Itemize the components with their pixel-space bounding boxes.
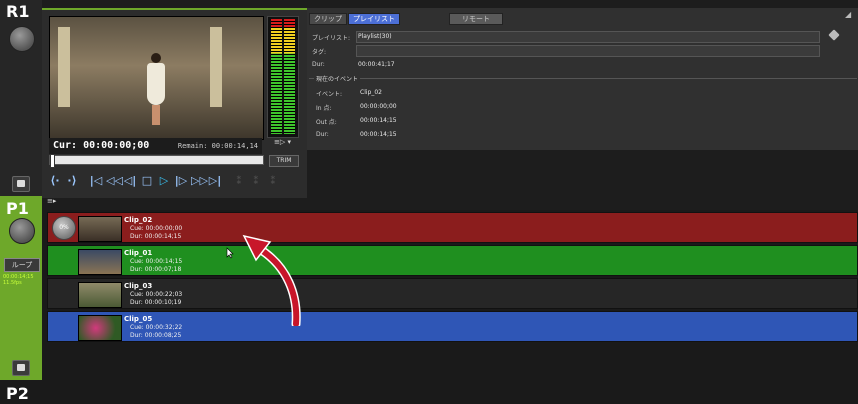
event-duration-label: Dur: [316,131,329,138]
playlist-row[interactable]: Clip_03 Cue: 00:00:22;03 Dur: 00:00:10;1… [47,278,858,309]
audio-meter-left [271,19,282,134]
scrub-bar[interactable] [49,154,264,168]
progress-indicator: 0% [52,216,76,240]
rail-r1: R1 [0,0,42,196]
clip-duration: Dur: 00:00:10;19 [130,299,182,306]
meter-options-button[interactable]: ≡▷ ▾ [269,138,296,152]
clip-cue: Cue: 00:00:14;15 [130,258,183,265]
clip-thumbnail [78,282,122,308]
clip-cue: Cue: 00:00:32;22 [130,324,183,331]
current-event-title: 現在のイベント [314,74,361,83]
loop-button[interactable]: ループ [4,258,40,272]
mark-icon[interactable]: ⁑ [249,174,263,187]
video-pillar [210,27,222,107]
clip-name: Clip_01 [124,249,153,257]
tab-remote[interactable]: リモート [449,13,503,25]
clip-cue: Cue: 00:00:00;00 [130,225,183,232]
video-person [146,53,166,125]
out-point-label: Out 点: [316,119,337,126]
mark-icon[interactable]: ⁑ [232,174,246,187]
timecode-bar: Cur: 00:00:00;00 Remain: 00:00:14,14 [49,138,262,154]
mark-out-icon[interactable]: ·⟩ [65,174,79,187]
trim-button[interactable]: TRIM [269,155,299,167]
playlist-menu-icon[interactable]: ≡▸ [47,197,61,205]
event-value: Clip_02 [360,89,382,96]
go-to-end-icon[interactable]: ▷| [208,174,222,187]
link-icon[interactable]: ⁑ [266,174,280,187]
playlist-field-value: Playlist(30) [358,33,392,40]
rail-r1-label: R1 [6,2,30,21]
drag-cursor-icon [226,247,234,259]
step-forward-icon[interactable]: |▷ [174,174,188,187]
audio-meter [267,16,299,138]
audio-meter-right [284,19,295,134]
stop-icon[interactable]: □ [140,174,154,187]
tag-field-label: タグ: [312,49,327,56]
clip-name: Clip_05 [124,315,153,323]
tab-clip[interactable]: クリップ [309,13,347,25]
duration-label: Dur: [312,61,325,68]
in-point-value: 00:00:00;00 [360,103,397,110]
clip-duration: Dur: 00:00:14;15 [130,233,182,240]
r1-lock-icon[interactable] [12,176,30,192]
clip-thumbnail [78,315,122,341]
clip-name: Clip_03 [124,282,153,290]
clip-name: Clip_02 [124,216,153,224]
rewind-icon[interactable]: ◁◁ [106,174,123,187]
playlist-row[interactable]: Clip_05 Cue: 00:00:32;22 Dur: 00:00:08;2… [47,311,858,342]
rail-p1: P1 [0,196,42,380]
out-point-value: 00:00:14;15 [360,117,397,124]
in-point-label: In 点: [316,105,332,112]
clip-thumbnail [78,249,122,275]
clip-cue: Cue: 00:00:22;03 [130,291,183,298]
p1-lock-icon[interactable] [12,360,30,376]
remaining-timecode: Remain: 00:00:14,14 [177,142,258,150]
annotation-arrow-icon [242,234,301,326]
tab-playlist[interactable]: プレイリスト [348,13,400,25]
mark-in-icon[interactable]: ⟨· [48,174,62,187]
play-icon[interactable]: ▷ [157,174,171,187]
clip-duration: Dur: 00:00:07;18 [130,266,182,273]
pin-icon[interactable]: ◢ [845,10,857,20]
info-tabs: クリップ プレイリスト リモート [309,13,504,25]
duration-value: 00:00:41;17 [358,61,395,68]
playlist-row[interactable]: 0% Clip_02 Cue: 00:00:00;00 Dur: 00:00:1… [47,212,858,243]
r1-status-button[interactable] [9,26,35,52]
p1-status-button[interactable] [9,218,35,244]
playlist-field[interactable] [356,31,820,43]
rail-p2: P2 [0,380,42,404]
video-preview[interactable] [49,16,264,140]
go-to-start-icon[interactable]: |◁ [89,174,103,187]
fast-forward-icon[interactable]: ▷▷ [191,174,208,187]
playlist-field-label: プレイリスト: [312,35,351,42]
transport-controls: ⟨· ·⟩ |◁ ◁◁ ◁| □ ▷ |▷ ▷▷ ▷| ⁑ ⁑ ⁑ [48,171,280,189]
loop-info: 00:00:14;15 11.5fps [3,274,41,286]
clip-duration: Dur: 00:00:08;25 [130,332,182,339]
event-duration-value: 00:00:14;15 [360,131,397,138]
rail-p1-label: P1 [6,199,29,218]
playlist-row[interactable]: Clip_01 Cue: 00:00:14;15 Dur: 00:00:07;1… [47,245,858,276]
loop-info-line2: 11.5fps [3,280,22,286]
current-timecode: Cur: 00:00:00;00 [53,140,150,151]
app-window: R1 P1 ループ 00:00:14;15 11.5fps P2 Cur: 00… [0,0,858,404]
tag-field[interactable] [356,45,820,57]
video-pillar [58,27,70,107]
rail-p2-label: P2 [6,384,29,403]
clip-thumbnail [78,216,122,242]
step-back-icon[interactable]: ◁| [123,174,137,187]
scrub-handle[interactable] [50,154,55,168]
event-label: イベント: [316,91,343,98]
